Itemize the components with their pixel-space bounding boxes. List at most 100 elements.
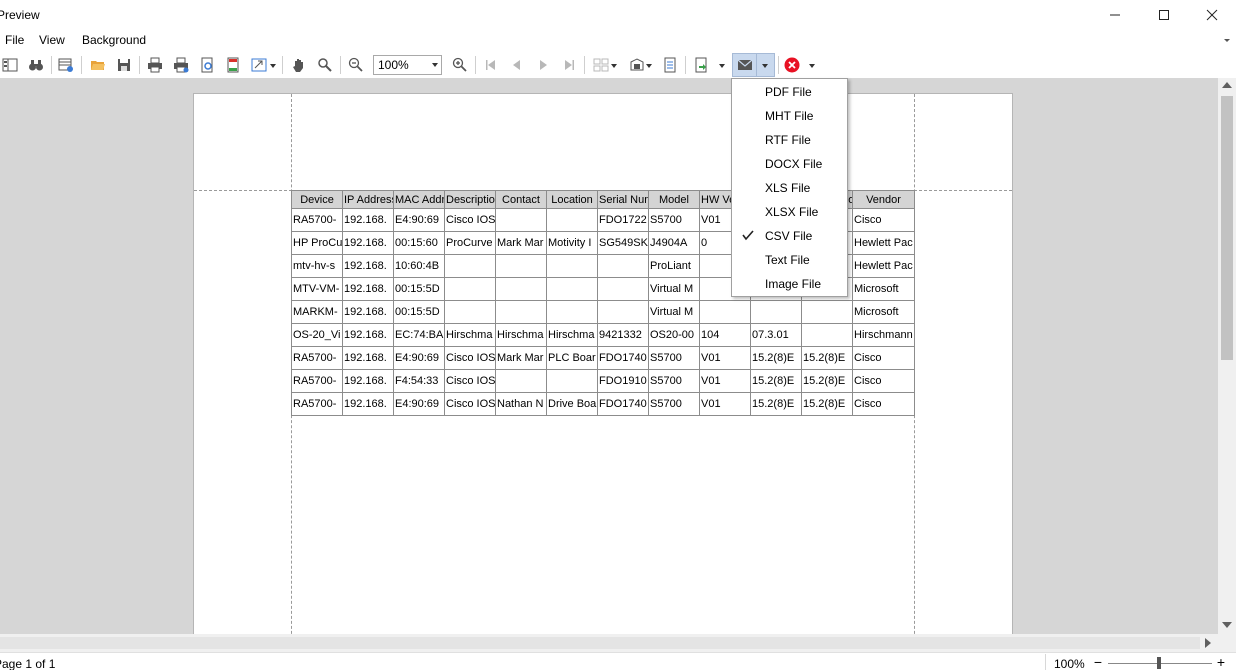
export-menu-item[interactable]: MHT File	[732, 104, 847, 128]
previous-page-button[interactable]	[506, 54, 528, 76]
horizontal-scrollbar[interactable]	[0, 634, 1218, 652]
table-cell: Motivity I	[546, 231, 598, 255]
export-menu-item[interactable]: RTF File	[732, 128, 847, 152]
zoom-plus-button[interactable]: +	[1215, 654, 1227, 670]
scale-dropdown-arrow[interactable]	[270, 64, 276, 68]
document-map-icon	[2, 58, 18, 72]
export-dropdown-arrow[interactable]	[719, 64, 725, 68]
close-preview-icon	[784, 57, 800, 73]
multiple-pages-dropdown-arrow[interactable]	[611, 64, 617, 68]
export-menu-item-label: CSV File	[765, 229, 813, 243]
zoom-combo[interactable]	[373, 55, 442, 75]
menu-view[interactable]: View	[39, 33, 65, 47]
quick-print-button[interactable]	[170, 54, 192, 76]
report-page: DeviceIP AddressMAC AddressDescriptionCo…	[193, 93, 1013, 634]
table-cell	[495, 300, 547, 324]
zoom-minus-button[interactable]: −	[1092, 654, 1104, 670]
next-page-button[interactable]	[532, 54, 554, 76]
open-button[interactable]	[87, 54, 109, 76]
page-color-button[interactable]	[626, 54, 648, 76]
table-cell: E4:90:69	[393, 346, 445, 370]
zoom-level-label[interactable]: 100%	[1054, 657, 1085, 670]
scale-button[interactable]	[248, 54, 270, 76]
export-menu-item[interactable]: DOCX File	[732, 152, 847, 176]
scroll-down-arrow-icon[interactable]	[1222, 622, 1232, 628]
export-menu-item[interactable]: PDF File	[732, 80, 847, 104]
table-cell: FDO1722	[597, 208, 649, 232]
page-color-dropdown-arrow[interactable]	[646, 64, 652, 68]
watermark-icon	[664, 57, 676, 73]
page-setup-button[interactable]	[196, 54, 218, 76]
last-page-icon	[565, 60, 574, 70]
status-separator	[1045, 654, 1046, 670]
table-cell: Microsoft	[852, 300, 915, 324]
table-cell: Virtual M	[648, 277, 700, 301]
document-map-button[interactable]	[0, 54, 21, 76]
menu-background[interactable]: Background	[82, 33, 146, 47]
export-button[interactable]	[690, 54, 712, 76]
multiple-pages-button[interactable]	[590, 54, 612, 76]
scroll-right-arrow-icon[interactable]	[1205, 638, 1211, 648]
maximize-button[interactable]	[1141, 0, 1187, 30]
table-cell: 00:15:5D	[393, 300, 445, 324]
close-preview-button[interactable]	[781, 54, 803, 76]
magnifier-button[interactable]	[314, 54, 336, 76]
first-page-button[interactable]	[480, 54, 502, 76]
export-menu-item[interactable]: CSV File	[732, 224, 847, 248]
zoom-out-button[interactable]	[345, 54, 367, 76]
table-cell: Cisco	[852, 346, 915, 370]
table-cell: EC:74:BA	[393, 323, 445, 347]
horizontal-scroll-thumb[interactable]	[0, 637, 1200, 649]
table-cell: Hewlett Pac	[852, 254, 915, 278]
header-footer-button[interactable]	[222, 54, 244, 76]
find-button[interactable]	[25, 54, 47, 76]
table-cell: Hirschma	[546, 323, 598, 347]
table-cell	[546, 208, 598, 232]
toolbar-separator	[139, 56, 140, 74]
export-menu-item-label: Image File	[765, 277, 822, 291]
customize-button[interactable]	[55, 54, 77, 76]
preview-workspace[interactable]: DeviceIP AddressMAC AddressDescriptionCo…	[0, 78, 1218, 634]
table-cell: OS20-00	[648, 323, 700, 347]
table-cell: Hewlett Pac	[852, 231, 915, 255]
table-cell: 00:15:5D	[393, 277, 445, 301]
table-cell: 15.2(8)E	[801, 392, 853, 416]
last-page-button[interactable]	[558, 54, 580, 76]
table-cell: MARKM-	[291, 300, 343, 324]
print-icon	[148, 57, 162, 73]
table-cell: 9421332	[597, 323, 649, 347]
send-email-dropdown-arrow[interactable]	[762, 64, 768, 68]
hand-tool-button[interactable]	[288, 54, 310, 76]
table-cell: Microsoft	[852, 277, 915, 301]
vertical-scrollbar[interactable]	[1218, 78, 1236, 634]
save-button[interactable]	[113, 54, 135, 76]
zoom-dropdown-arrow[interactable]	[432, 63, 438, 67]
export-menu-item[interactable]: XLSX File	[732, 200, 847, 224]
zoom-slider-thumb[interactable]	[1157, 657, 1161, 669]
watermark-button[interactable]	[659, 54, 681, 76]
scroll-up-arrow-icon[interactable]	[1222, 82, 1232, 88]
send-email-button[interactable]	[732, 53, 775, 77]
close-window-button[interactable]	[1189, 0, 1235, 30]
vertical-scroll-thumb[interactable]	[1221, 96, 1233, 360]
export-menu-item[interactable]: Image File	[732, 272, 847, 296]
zoom-input[interactable]	[374, 56, 428, 74]
table-cell: Nathan N	[495, 392, 547, 416]
table-cell: S5700	[648, 369, 700, 393]
export-menu-item[interactable]: XLS File	[732, 176, 847, 200]
ribbon-collapse-icon[interactable]	[1222, 35, 1232, 45]
table-cell	[597, 254, 649, 278]
table-cell	[546, 369, 598, 393]
zoom-in-button[interactable]	[449, 54, 471, 76]
split-divider	[756, 54, 757, 76]
print-button[interactable]	[144, 54, 166, 76]
table-cell: FDO1740	[597, 346, 649, 370]
close-preview-dropdown-arrow[interactable]	[809, 64, 815, 68]
menu-file[interactable]: File	[5, 33, 24, 47]
column-header: Serial Number	[597, 190, 649, 209]
minimize-button[interactable]	[1092, 0, 1138, 30]
export-menu-item[interactable]: Text File	[732, 248, 847, 272]
column-header: Vendor	[852, 190, 915, 209]
save-icon	[118, 59, 130, 71]
scale-icon	[251, 58, 267, 72]
